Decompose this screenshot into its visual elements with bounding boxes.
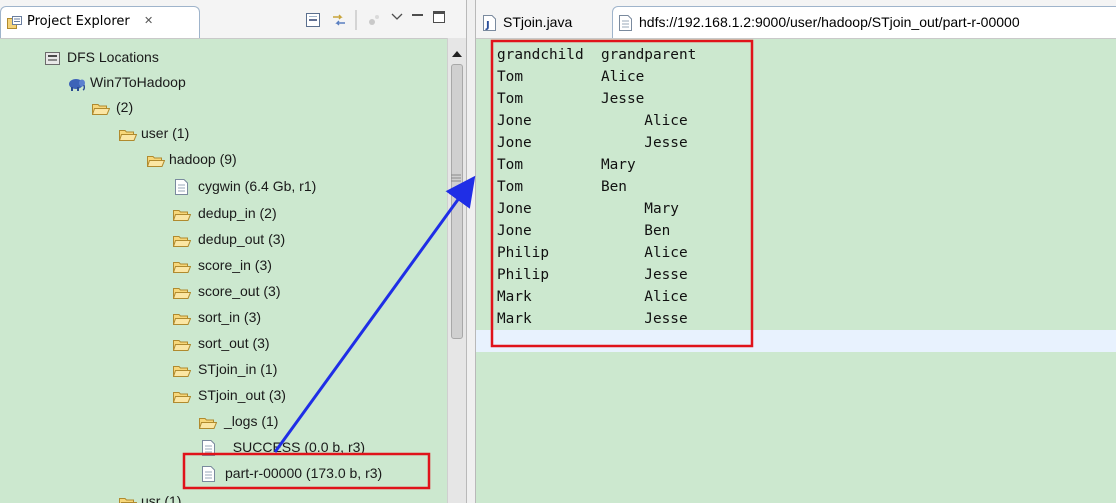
file-icon: [175, 179, 189, 201]
folder-open-icon: [172, 206, 192, 228]
folder-open-icon: [119, 494, 138, 503]
minimize-icon[interactable]: [411, 11, 425, 26]
tree-item-label: sort_in (3): [198, 309, 262, 325]
project-explorer-panel: Project Explorer ✕ DFS Locations Win7ToH…: [0, 0, 466, 503]
folder-open-icon: [118, 126, 138, 148]
folder-open-icon: [146, 152, 166, 174]
project-explorer-icon: [7, 16, 23, 34]
folder-open-icon: [172, 362, 192, 384]
project-explorer-tabbar: Project Explorer ✕: [0, 0, 466, 39]
tree-item-label: dedup_in (2): [198, 205, 277, 221]
file-icon: [202, 440, 216, 462]
code-line: Jone Mary: [497, 201, 679, 217]
code-line: Tom Jesse: [497, 91, 645, 107]
focus-icon[interactable]: [367, 13, 381, 31]
java-file-icon: J: [483, 15, 497, 35]
tab-stjoin-java[interactable]: J STjoin.java: [476, 6, 612, 38]
tree-item-label: _SUCCESS (0.0 b, r3): [225, 439, 366, 455]
code-line: Philip Alice: [497, 245, 688, 261]
tree-item-label: part-r-00000 (173.0 b, r3): [225, 465, 383, 481]
folder-open-icon: [172, 388, 192, 410]
tab-project-explorer-label: Project Explorer: [27, 14, 130, 29]
tree-item-label: STjoin_out (3): [198, 387, 286, 403]
folder-open-icon: [172, 284, 192, 306]
code-line: Philip Jesse: [497, 267, 688, 283]
file-icon: [202, 466, 216, 488]
link-with-editor-icon[interactable]: [331, 13, 347, 31]
tree-scrollbar[interactable]: [447, 38, 466, 503]
scrollbar-thumb[interactable]: [451, 64, 463, 339]
code-line: Jone Jesse: [497, 135, 688, 151]
tree-item-label: sort_out (3): [198, 335, 270, 351]
code-line: Jone Alice: [497, 113, 688, 129]
tree-item-label: dedup_out (3): [198, 231, 286, 247]
code-line: Jone Ben: [497, 223, 671, 239]
collapse-all-icon[interactable]: [306, 13, 320, 31]
folder-open-icon: [172, 310, 192, 332]
current-line-highlight: [476, 330, 1116, 352]
tree-item-label: cygwin (6.4 Gb, r1): [198, 178, 317, 194]
close-icon[interactable]: ✕: [144, 14, 153, 27]
code-line: Mark Alice: [497, 289, 688, 305]
editor-tabbar: J STjoin.java hdfs://192.168.1.2:9000/us…: [476, 0, 1116, 39]
folder-open-icon: [91, 100, 111, 122]
editor-panel: J STjoin.java hdfs://192.168.1.2:9000/us…: [476, 0, 1116, 503]
scroll-up-arrow-icon[interactable]: [452, 46, 462, 61]
tree-item-label: DFS Locations: [67, 49, 159, 65]
code-line: Mark Jesse: [497, 311, 688, 327]
maximize-icon[interactable]: [432, 10, 446, 28]
tree-item-label: (2): [116, 99, 134, 115]
tree-item-label: score_in (3): [198, 257, 272, 273]
text-editor[interactable]: grandchild grandparent Tom Alice Tom Jes…: [476, 38, 1116, 503]
scrollbar-grip-icon: [451, 171, 461, 186]
toolbar-separator: [355, 10, 357, 34]
dfs-tree: DFS Locations Win7ToHadoop (2) user (1): [0, 38, 446, 503]
folder-open-icon: [198, 414, 218, 436]
folder-open-icon: [172, 336, 192, 358]
tree-item-label: Win7ToHadoop: [90, 74, 186, 90]
tab-label: hdfs://192.168.1.2:9000/user/hadoop/STjo…: [639, 14, 1020, 30]
file-icon: [619, 15, 633, 35]
tree-item-label: hadoop (9): [169, 151, 237, 167]
view-menu-icon[interactable]: [391, 11, 403, 26]
tab-part-r-00000[interactable]: hdfs://192.168.1.2:9000/user/hadoop/STjo…: [612, 6, 1116, 38]
tree-item-label: STjoin_in (1): [198, 361, 278, 377]
code-line: Tom Ben: [497, 179, 627, 195]
tree-item-label: score_out (3): [198, 283, 281, 299]
svg-text:J: J: [485, 20, 490, 31]
code-line: grandchild grandparent: [497, 47, 697, 63]
code-line: Tom Mary: [497, 157, 636, 173]
tab-project-explorer[interactable]: Project Explorer ✕: [0, 6, 200, 38]
tree-item-label: _logs (1): [224, 413, 279, 429]
folder-open-icon: [172, 258, 192, 280]
tree-item-label: usr (1): [141, 493, 182, 503]
tab-label: STjoin.java: [503, 14, 573, 30]
folder-open-icon: [172, 232, 192, 254]
code-line: Tom Alice: [497, 69, 645, 85]
pane-splitter[interactable]: [466, 0, 476, 503]
hadoop-elephant-icon: [68, 75, 86, 97]
tree-item-label: user (1): [141, 125, 190, 141]
dfs-locations-icon: [45, 50, 61, 72]
